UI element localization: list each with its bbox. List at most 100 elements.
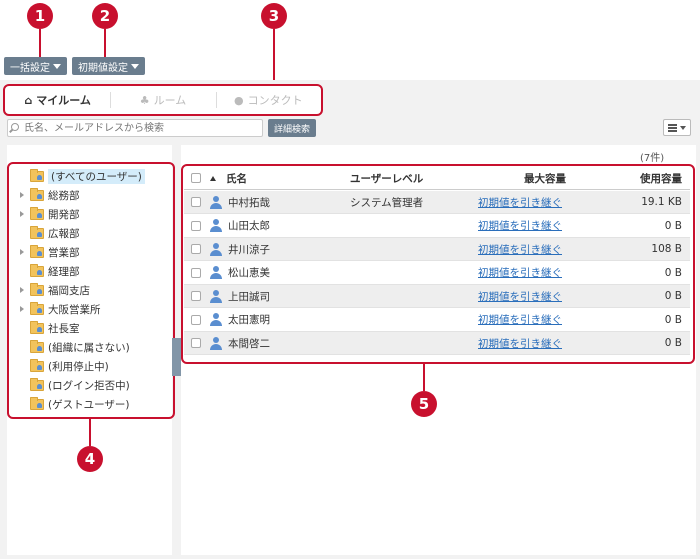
table-row[interactable]: 松山恵美 初期値を引き継ぐ 0 B [184,262,690,285]
tree-item[interactable]: 総務部 [20,186,80,204]
tree-item[interactable]: 経理部 [20,262,80,280]
row-checkbox[interactable] [191,291,201,301]
callout-line-5 [423,364,425,391]
tree-item-label: 開発部 [48,208,80,221]
table-row[interactable]: 井川涼子 初期値を引き継ぐ 108 B [184,238,690,261]
user-name: 井川涼子 [228,243,270,256]
inherit-default-link[interactable]: 初期値を引き継ぐ [478,242,562,257]
tree-item[interactable]: (利用停止中) [20,357,109,375]
bulk-settings-button[interactable]: 一括設定 [4,57,67,75]
row-checkbox[interactable] [191,220,201,231]
row-checkbox[interactable] [191,244,201,254]
tree-item[interactable]: (組織に属さない) [20,338,130,356]
result-count: (7件) [640,153,665,164]
expand-arrow-icon[interactable] [20,287,24,293]
tree-item[interactable]: 広報部 [20,224,80,242]
person-icon [210,195,222,209]
callout-line-1 [39,29,41,57]
table-row[interactable]: 上田誠司 初期値を引き継ぐ 0 B [184,285,690,308]
tree-item[interactable]: 社長室 [20,319,80,337]
panel-splitter[interactable] [172,338,181,376]
row-checkbox[interactable] [191,197,201,207]
person-icon [210,336,222,350]
expand-arrow-icon [20,173,24,179]
tree-item-label: 広報部 [48,227,80,240]
tree-item[interactable]: 福岡支店 [20,281,90,299]
user-name: 太田憲明 [228,314,270,326]
chevron-down-icon [680,125,686,130]
person-icon [210,266,222,279]
user-name: 松山恵美 [228,267,270,279]
advanced-search-button[interactable]: 詳細検索 [268,119,317,137]
used-capacity: 19.1 KB [641,196,682,208]
initial-settings-button[interactable]: 初期値設定 [72,57,145,75]
tree-item-label: 福岡支店 [48,284,90,297]
table-header: 氏名 ユーザーレベル 最大容量 使用容量 [184,167,690,190]
view-menu-button[interactable] [663,119,691,136]
inherit-default-link[interactable]: 初期値を引き継ぐ [478,336,562,351]
folder-user-icon [30,225,44,239]
used-capacity: 0 B [664,219,682,232]
callout-4: 4 [77,446,103,472]
bulk-settings-label: 一括設定 [10,62,50,74]
callout-5: 5 [411,391,437,417]
expand-arrow-icon[interactable] [20,211,24,217]
tree-item-label: 社長室 [48,322,80,335]
expand-arrow-icon [20,268,24,274]
folder-user-icon [30,206,44,220]
inherit-default-link[interactable]: 初期値を引き継ぐ [478,218,562,233]
room-icon: ♣ [139,93,150,107]
folder-user-icon [30,377,44,391]
tree-item-label: (すべてのユーザー) [48,168,145,184]
tab-my-room[interactable]: ⌂ マイルーム [5,90,110,110]
row-checkbox[interactable] [191,267,201,278]
tree-item[interactable]: (すべてのユーザー) [20,167,145,185]
person-icon [210,313,222,326]
expand-arrow-icon[interactable] [20,306,24,312]
table-row[interactable]: 山田太郎 初期値を引き継ぐ 0 B [184,215,690,238]
folder-user-icon [30,320,44,334]
expand-arrow-icon[interactable] [20,192,24,198]
table-row[interactable]: 本間啓二 初期値を引き継ぐ 0 B [184,332,690,355]
header-name[interactable]: 氏名 [210,171,247,186]
person-icon [210,219,222,232]
tree-item-label: (ゲストユーザー) [48,398,130,411]
search-icon [11,123,19,131]
callout-3: 3 [261,3,287,29]
inherit-default-link[interactable]: 初期値を引き継ぐ [478,265,562,280]
search-input[interactable] [7,119,263,137]
header-level[interactable]: ユーザーレベル [350,171,423,186]
user-name: 本間啓二 [228,337,270,350]
tree-item-label: 経理部 [48,265,80,278]
tab-contact[interactable]: ● コンタクト [215,90,321,110]
inherit-default-link[interactable]: 初期値を引き継ぐ [478,195,562,210]
tab-room[interactable]: ♣ ルーム [110,90,215,110]
table-row[interactable]: 太田憲明 初期値を引き継ぐ 0 B [184,309,690,332]
header-max[interactable]: 最大容量 [524,171,566,186]
advanced-search-label: 詳細検索 [274,124,311,135]
used-capacity: 0 B [664,266,682,279]
user-name-cell: 太田憲明 [210,312,270,327]
row-checkbox[interactable] [191,338,201,348]
row-checkbox[interactable] [191,314,201,325]
callout-1: 1 [27,3,53,29]
home-icon: ⌂ [24,93,33,107]
user-name-cell: 井川涼子 [210,242,270,257]
table-row[interactable]: 中村拓哉 システム管理者 初期値を引き継ぐ 19.1 KB [184,191,690,214]
select-all-checkbox[interactable] [191,173,201,183]
callout-2: 2 [92,3,118,29]
header-used[interactable]: 使用容量 [640,171,682,186]
inherit-default-link[interactable]: 初期値を引き継ぐ [478,312,562,327]
inherit-default-link[interactable]: 初期値を引き継ぐ [478,289,562,304]
tree-item[interactable]: 営業部 [20,243,80,261]
tree-item[interactable]: (ログイン拒否中) [20,376,130,394]
expand-arrow-icon [20,325,24,331]
tree-item[interactable]: (ゲストユーザー) [20,395,129,413]
person-icon [210,242,222,256]
user-name-cell: 本間啓二 [210,336,270,351]
expand-arrow-icon [20,363,24,369]
tree-item[interactable]: 大阪営業所 [20,300,101,318]
callout-line-3 [273,29,275,84]
expand-arrow-icon[interactable] [20,249,24,255]
tree-item[interactable]: 開発部 [20,205,80,223]
